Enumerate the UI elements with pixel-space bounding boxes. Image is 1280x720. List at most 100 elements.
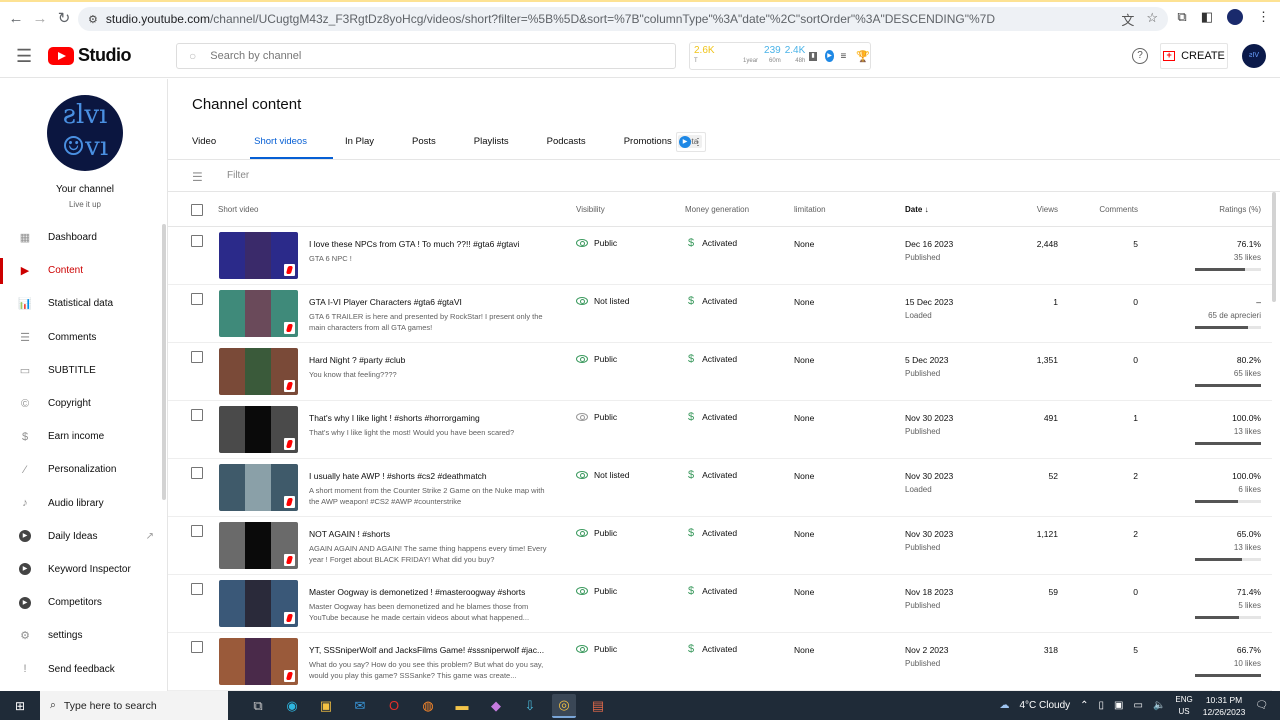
column-header-ratings[interactable]: Ratings (%) (1219, 205, 1261, 214)
download-app-icon[interactable]: ⇩ (518, 694, 542, 718)
video-title[interactable]: That's why I like light ! #shorts #horro… (309, 413, 549, 423)
tab-podcasts[interactable]: Podcasts (547, 127, 586, 159)
network-icon[interactable]: ▭ (1134, 700, 1143, 711)
visibility-dropdown[interactable]: Not listed (576, 470, 629, 480)
monetization-status[interactable]: $ Activated (688, 527, 737, 539)
tab-playlists[interactable]: Playlists (474, 127, 509, 159)
table-row[interactable]: Master Oogway is demonetized ! #masteroo… (168, 575, 1272, 633)
bar-chart-icon[interactable]: ▮ (809, 51, 817, 61)
monetization-status[interactable]: $ Activated (688, 295, 737, 307)
sidebar-item-personalization[interactable]: ⁄ Personalization (0, 453, 166, 486)
weather-text[interactable]: 4°C Cloudy (1019, 700, 1070, 711)
table-row[interactable]: That's why I like light ! #shorts #horro… (168, 401, 1272, 459)
mail-icon[interactable]: ✉ (348, 694, 372, 718)
sidebar-item-content[interactable]: ▶ Content (0, 254, 166, 287)
visibility-dropdown[interactable]: Public (576, 528, 617, 538)
visibility-dropdown[interactable]: Public (576, 354, 617, 364)
monetization-status[interactable]: $ Activated (688, 411, 737, 423)
monetization-status[interactable]: $ Activated (688, 237, 737, 249)
sidebar-item-statistical-data[interactable]: 📊 Statistical data (0, 287, 166, 320)
more-options-icon[interactable]: ⋮ (693, 137, 703, 148)
table-row[interactable]: I love these NPCs from GTA ! To much ??!… (168, 227, 1272, 285)
video-thumbnail[interactable] (219, 638, 298, 685)
tab-video[interactable]: Video (192, 127, 216, 159)
column-header-date[interactable]: Date ↓ (905, 205, 929, 214)
visibility-dropdown[interactable]: Public (576, 238, 617, 248)
browser-menu-icon[interactable]: ⋮ (1257, 9, 1270, 25)
video-thumbnail[interactable] (219, 290, 298, 337)
language-indicator[interactable]: ENG US (1175, 694, 1192, 718)
opera-icon[interactable]: O (382, 694, 406, 718)
address-bar[interactable]: ⚙ studio.youtube.com/channel/UCugtgM43z_… (78, 7, 1168, 31)
column-header-visibility[interactable]: Visibility (576, 205, 605, 214)
store-icon[interactable]: ▣ (314, 694, 338, 718)
back-icon[interactable]: ← (4, 10, 28, 27)
tray-notification-app-icon[interactable]: ▣ (1114, 700, 1123, 711)
tab-short-videos[interactable]: Short videos (250, 127, 333, 159)
video-thumbnail[interactable] (219, 348, 298, 395)
visibility-dropdown[interactable]: Not listed (576, 296, 629, 306)
column-header-views[interactable]: Views (1037, 205, 1058, 214)
app-icon[interactable]: ◆ (484, 694, 508, 718)
search-input[interactable]: ○ Search by channel (176, 43, 676, 69)
sidebar-item-settings[interactable]: ⚙ settings (0, 619, 166, 652)
sidebar-item-copyright[interactable]: © Copyright (0, 387, 166, 420)
video-thumbnail[interactable] (219, 464, 298, 511)
monetization-status[interactable]: $ Activated (688, 353, 737, 365)
notifications-icon[interactable]: 🗨 (1255, 700, 1268, 711)
sidebar-item-earn-income[interactable]: $ Earn income (0, 420, 166, 453)
vidiq-icon[interactable]: ▶ (824, 50, 835, 62)
row-checkbox[interactable] (191, 641, 203, 653)
site-settings-icon[interactable]: ⚙ (88, 13, 98, 26)
tab-in-play[interactable]: In Play (345, 127, 374, 159)
side-panel-icon[interactable]: ◧ (1201, 9, 1213, 25)
windows-start-icon[interactable]: ⊞ (0, 691, 40, 720)
youtube-studio-logo[interactable]: Studio (48, 45, 132, 66)
table-row[interactable]: I usually hate AWP ! #shorts #cs2 #death… (168, 459, 1272, 517)
table-row[interactable]: NOT AGAIN ! #shorts AGAIN AGAIN AND AGAIN… (168, 517, 1272, 575)
monetization-status[interactable]: $ Activated (688, 585, 737, 597)
sidebar-item-competitors[interactable]: ▶ Competitors (0, 586, 166, 619)
vidiq-stats-widget[interactable]: 2.6K T 1year 239 60m 2.4K 48h ▮ ▶ ≡ 🏆 (689, 42, 871, 70)
video-title[interactable]: GTA I-VI Player Characters #gta6 #gtaVI (309, 297, 549, 307)
row-checkbox[interactable] (191, 525, 203, 537)
video-title[interactable]: NOT AGAIN ! #shorts (309, 529, 549, 539)
filter-input[interactable]: Filter (227, 170, 249, 181)
trophy-icon[interactable]: 🏆 (856, 50, 870, 63)
visibility-dropdown[interactable]: Public (576, 586, 617, 596)
video-title[interactable]: Master Oogway is demonetized ! #masteroo… (309, 587, 549, 597)
weather-icon[interactable]: ☁ (999, 700, 1009, 711)
video-title[interactable]: Hard Night ? #party #club (309, 355, 549, 365)
tab-posts[interactable]: Posts (412, 127, 436, 159)
table-row[interactable]: YT, SSSniperWolf and JacksFilms Game! #s… (168, 633, 1272, 691)
table-row[interactable]: Hard Night ? #party #club You know that f… (168, 343, 1272, 401)
video-title[interactable]: I love these NPCs from GTA ! To much ??!… (309, 239, 549, 249)
vidiq-tab-button[interactable]: ▶ ⋮ (676, 132, 706, 152)
video-thumbnail[interactable] (219, 232, 298, 279)
sidebar-item-audio-library[interactable]: ♪ Audio library (0, 487, 166, 520)
forward-icon[interactable]: → (28, 10, 52, 27)
table-row[interactable]: GTA I-VI Player Characters #gta6 #gtaVI G… (168, 285, 1272, 343)
taskbar-search[interactable]: ⌕ Type here to search (40, 691, 228, 720)
monetization-status[interactable]: $ Activated (688, 469, 737, 481)
video-thumbnail[interactable] (219, 406, 298, 453)
clock[interactable]: 10:31 PM 12/26/2023 (1203, 694, 1246, 718)
video-thumbnail[interactable] (219, 580, 298, 627)
monetization-status[interactable]: $ Activated (688, 643, 737, 655)
main-scrollbar[interactable] (1272, 192, 1276, 302)
row-checkbox[interactable] (191, 583, 203, 595)
column-header-comments[interactable]: Comments (1099, 205, 1138, 214)
sidebar-scrollbar[interactable] (162, 224, 166, 500)
column-header-video[interactable]: Short video (218, 205, 258, 214)
translate-icon[interactable]: 文 (1121, 10, 1134, 29)
row-checkbox[interactable] (191, 293, 203, 305)
channel-avatar[interactable]: ƨlvı ☺vı (47, 95, 123, 171)
task-view-icon[interactable]: ⧉ (246, 694, 270, 718)
reload-icon[interactable]: ↻ (52, 9, 76, 27)
volume-icon[interactable]: 🔈 (1153, 700, 1165, 711)
bookmark-star-icon[interactable]: ☆ (1146, 10, 1158, 29)
select-all-checkbox[interactable] (191, 204, 203, 216)
row-checkbox[interactable] (191, 467, 203, 479)
account-avatar[interactable]: ƨIV (1242, 44, 1266, 68)
filter-icon[interactable]: ☰ (192, 170, 203, 184)
